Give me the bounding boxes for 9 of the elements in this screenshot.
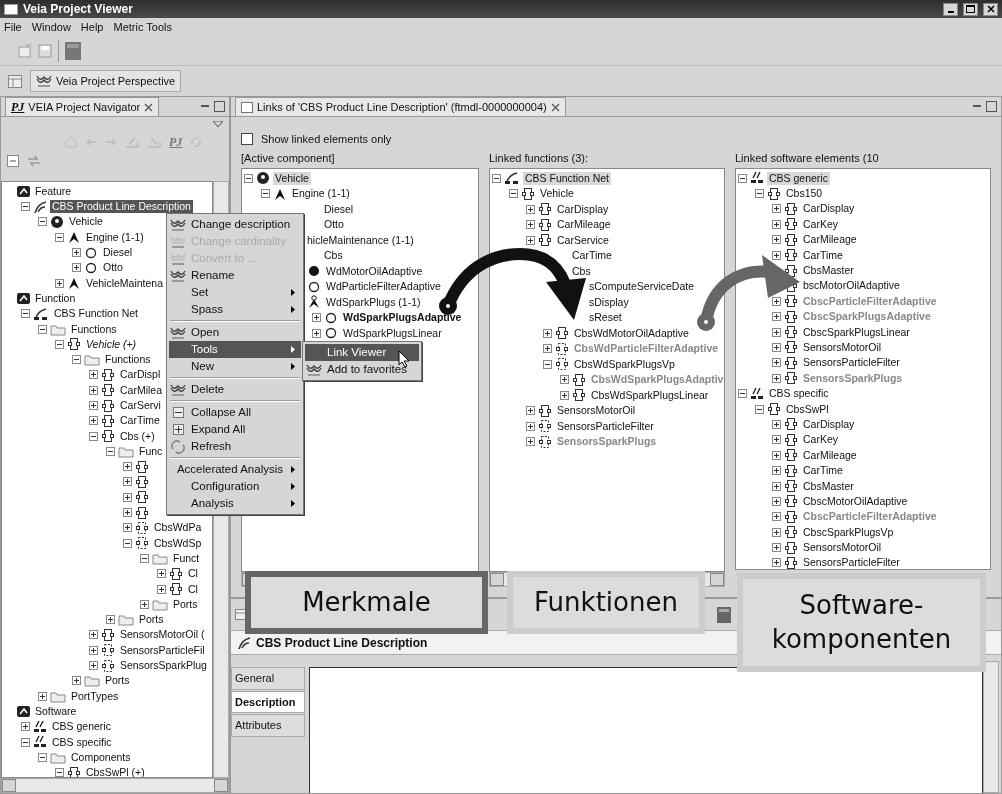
logo-text: PJ [11,99,25,116]
callout-label: Software- komponenten [737,573,986,672]
column-heading: Linked software elements (10 [735,151,880,165]
callout-label: Funktionen [507,571,705,634]
panel-title: CBS Product Line Description [256,634,428,652]
column-heading: [Active component] [241,151,336,165]
column-heading: Linked functions (3): [489,151,590,165]
callout-label: Merkmale [245,571,488,634]
window-title: Veia Project Viewer [23,1,133,18]
